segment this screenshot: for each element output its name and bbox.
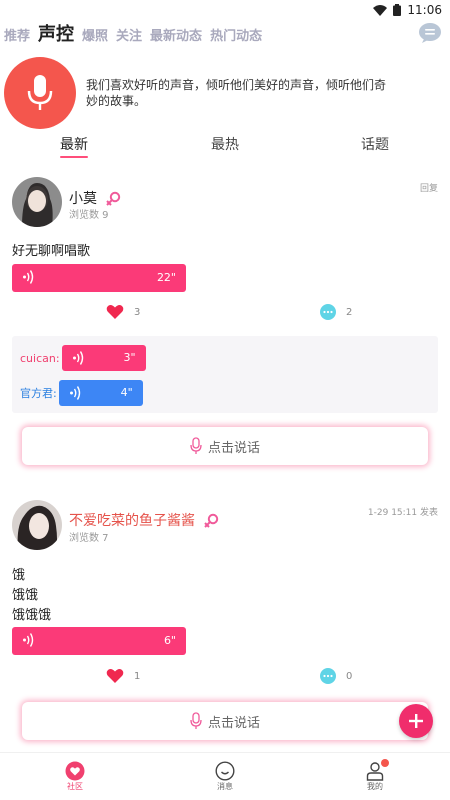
tab-newest[interactable]: 最新 xyxy=(60,134,88,158)
voice-duration: 4" xyxy=(120,386,133,399)
comment-button[interactable]: 2 xyxy=(320,304,352,320)
nav-label: 我的 xyxy=(367,782,383,791)
sub-tab-bar: 最新 最热 话题 xyxy=(0,134,450,158)
microphone-icon xyxy=(190,712,202,729)
new-post-button[interactable] xyxy=(399,704,433,738)
speak-label: 点击说话 xyxy=(207,440,260,456)
post-text: 好无聊啊唱歌 xyxy=(12,244,91,259)
tab-topics[interactable]: 话题 xyxy=(361,134,389,154)
replies-panel: cuican: 3" 官方君: 4" xyxy=(12,336,438,413)
comment-icon xyxy=(320,304,336,320)
battery-icon xyxy=(393,4,402,16)
tab-voice[interactable]: 声控 xyxy=(38,22,75,48)
comment-count: 2 xyxy=(346,306,353,318)
voice-duration: 6" xyxy=(163,634,176,647)
tab-hot[interactable]: 热门动态 xyxy=(210,26,262,48)
sound-wave-icon xyxy=(72,351,83,365)
like-count: 3 xyxy=(134,306,141,318)
tap-to-speak-button[interactable]: 点击说话 xyxy=(22,427,428,465)
plus-icon xyxy=(409,714,423,728)
post-timestamp: 1-29 15:11 发表 xyxy=(367,508,438,518)
like-button[interactable]: 1 xyxy=(106,668,140,684)
comment-icon xyxy=(320,668,336,684)
comment-count: 0 xyxy=(346,670,353,682)
nav-profile[interactable]: 我的 xyxy=(355,759,395,792)
reply-item: cuican: 3" xyxy=(20,345,146,371)
post-username[interactable]: 不爱吃菜的鱼子酱酱 xyxy=(69,510,219,530)
chat-bubble-icon[interactable] xyxy=(418,22,442,44)
avatar[interactable] xyxy=(12,177,62,227)
community-icon xyxy=(65,761,85,781)
speak-label: 点击说话 xyxy=(207,715,260,731)
avatar[interactable] xyxy=(12,500,62,550)
nav-label: 社区 xyxy=(67,782,83,791)
post-text: 饿饿 xyxy=(12,588,39,603)
voice-message-player[interactable]: 22" xyxy=(12,264,186,292)
message-icon xyxy=(215,761,235,781)
tab-latest[interactable]: 最新动态 xyxy=(150,26,202,48)
microphone-icon xyxy=(27,75,53,110)
female-icon xyxy=(204,513,219,528)
reply-author[interactable]: cuican: xyxy=(20,352,60,365)
tap-to-speak-button[interactable]: 点击说话 xyxy=(22,702,428,740)
reply-voice-player[interactable]: 3" xyxy=(61,345,146,371)
voice-duration: 3" xyxy=(123,351,136,364)
like-button[interactable]: 3 xyxy=(106,304,140,320)
nav-community[interactable]: 社区 xyxy=(55,761,95,792)
tab-photos[interactable]: 爆照 xyxy=(82,26,108,48)
post-username[interactable]: 小莫 xyxy=(69,188,121,208)
post-text: 饿饿饿 xyxy=(12,608,52,623)
notification-dot xyxy=(381,759,389,767)
comment-button[interactable]: 0 xyxy=(320,668,352,684)
top-tab-bar: 推荐 声控 爆照 关注 最新动态 热门动态 xyxy=(4,22,270,48)
wifi-icon xyxy=(373,4,388,16)
post-text: 饿 xyxy=(12,568,26,583)
sound-wave-icon xyxy=(23,633,34,647)
view-count: 浏览数 7 xyxy=(69,533,109,544)
channel-logo xyxy=(4,57,76,129)
voice-message-player[interactable]: 6" xyxy=(12,627,186,655)
username-text: 小莫 xyxy=(69,191,97,207)
status-bar: 11:06 xyxy=(0,0,450,20)
tab-following[interactable]: 关注 xyxy=(116,26,142,48)
female-icon xyxy=(106,191,121,206)
nav-messages[interactable]: 消息 xyxy=(205,761,245,792)
tab-recommend[interactable]: 推荐 xyxy=(4,26,30,48)
bottom-navigation: 社区 消息 我的 xyxy=(0,752,450,800)
channel-intro: 我们喜欢好听的声音，倾听他们美好的声音，倾听他们奇妙的故事。 xyxy=(4,57,444,129)
status-time: 11:06 xyxy=(407,3,442,17)
intro-description: 我们喜欢好听的声音，倾听他们美好的声音，倾听他们奇妙的故事。 xyxy=(86,78,387,108)
nav-label: 消息 xyxy=(217,782,233,791)
reply-voice-player[interactable]: 4" xyxy=(58,380,143,406)
reply-item: 官方君: 4" xyxy=(20,380,143,406)
heart-icon xyxy=(106,305,124,319)
sound-wave-icon xyxy=(69,386,80,400)
voice-duration: 22" xyxy=(156,271,176,284)
tab-hottest[interactable]: 最热 xyxy=(211,134,239,154)
reply-link[interactable]: 回复 xyxy=(420,181,438,194)
username-text: 不爱吃菜的鱼子酱酱 xyxy=(69,513,195,529)
like-count: 1 xyxy=(134,670,141,682)
sound-wave-icon xyxy=(23,270,34,284)
microphone-icon xyxy=(190,437,202,454)
heart-icon xyxy=(106,669,124,683)
reply-author[interactable]: 官方君: xyxy=(20,385,57,401)
view-count: 浏览数 9 xyxy=(69,210,109,221)
